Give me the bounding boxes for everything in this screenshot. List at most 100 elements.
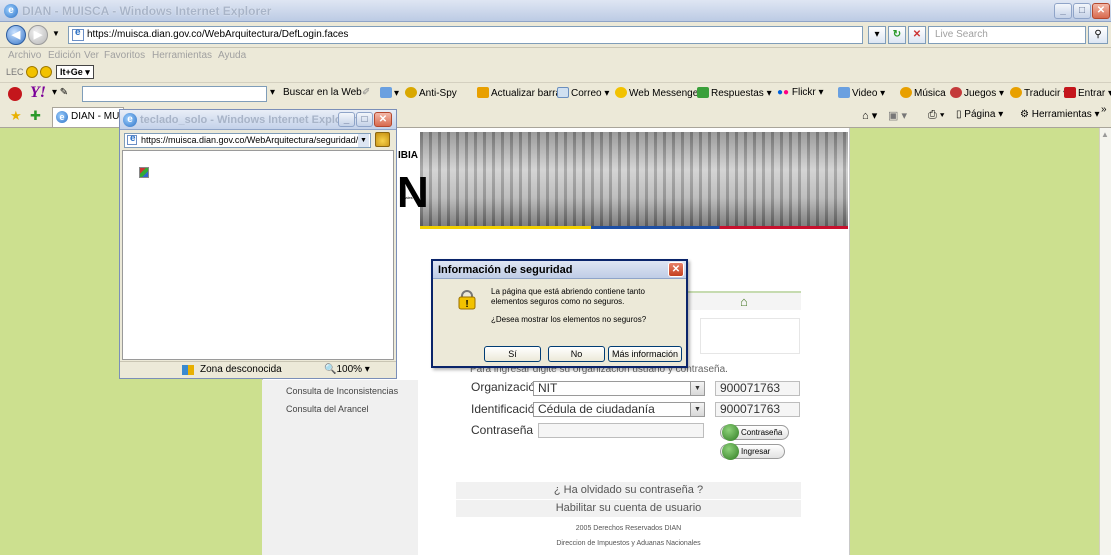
sign-in-button[interactable]: Entrar ▾ (1064, 87, 1111, 99)
popup-content (122, 150, 394, 360)
address-bar-row: ◀ ▶ ▼ https://muisca.dian.gov.co/WebArqu… (0, 22, 1111, 48)
search-dropdown-icon[interactable]: ▾ (270, 87, 275, 98)
highlight-pen-icon[interactable]: ✐ (362, 87, 370, 98)
menu-herramientas[interactable]: Herramientas (152, 50, 212, 61)
feeds-icon[interactable]: ▣ ▾ (888, 109, 907, 122)
mail-button[interactable]: Correo ▾ (557, 87, 609, 99)
lock-icon[interactable] (375, 132, 390, 147)
vertical-scrollbar[interactable]: ▲ (1099, 128, 1111, 555)
stop-icon[interactable]: ✕ (908, 26, 926, 44)
tab-dian[interactable]: e DIAN - MUIS (52, 107, 124, 127)
toolbar-orb-icon[interactable] (40, 66, 52, 78)
flickr-button[interactable]: ●● Flickr ▾ (777, 87, 824, 98)
footer-copyright: 2005 Derechos Reservados DIAN (575, 525, 682, 532)
live-search-input[interactable]: Live Search (928, 26, 1086, 44)
id-type-select[interactable]: Cédula de ciudadanía ▼ (533, 402, 705, 417)
yahoo-orb-icon[interactable] (8, 87, 22, 101)
yahoo-search-web-button[interactable]: Buscar en la Web (283, 87, 362, 98)
home-icon[interactable]: ⌂ ▾ (862, 109, 877, 122)
print-icon[interactable]: ⎙ ▾ (928, 109, 944, 122)
tab-ie-icon: e (56, 111, 68, 123)
update-toolbar-button[interactable]: Actualizar barra (477, 87, 561, 99)
window-title-bar: e DIAN - MUISCA - Windows Internet Explo… (0, 0, 1111, 22)
scroll-up-icon[interactable]: ▲ (1101, 130, 1109, 139)
nav-link-inconsistencias[interactable]: Consulta de Inconsistencias (286, 386, 398, 396)
chevron-down-icon[interactable]: ▼ (358, 134, 369, 147)
lec-toolbar: LEC It+Ge ▾ (0, 64, 1111, 81)
zoom-control[interactable]: 🔍100% ▾ (324, 364, 370, 375)
form-faded-box (700, 318, 800, 354)
toolbar-overflow-icon[interactable]: » (1101, 104, 1107, 115)
history-dropdown-icon[interactable]: ▼ (52, 29, 60, 38)
dialog-title-bar: Información de seguridad ✕ (433, 261, 686, 279)
forgot-password-link[interactable]: ¿ Ha olvidado su contraseña ? (456, 482, 801, 499)
id-label: Identificación (471, 402, 542, 416)
password-keyboard-button[interactable]: Contraseña (720, 424, 790, 441)
enable-account-link[interactable]: Habilitar su cuenta de usuario (456, 500, 801, 517)
menu-ver[interactable]: Ver (84, 50, 99, 61)
yahoo-menu-dropdown-icon[interactable]: ▾ ✎ (52, 87, 68, 98)
dian-logo-fragment: N (397, 168, 429, 217)
dialog-title: Información de seguridad (438, 264, 573, 276)
add-favorite-icon[interactable]: ✚ (30, 108, 41, 124)
favorites-star-icon[interactable]: ★ (10, 108, 22, 124)
broken-image-icon (139, 167, 149, 178)
games-button[interactable]: Juegos ▾ (950, 87, 1004, 99)
popup-address-field[interactable]: https://muisca.dian.gov.co/WebArquitectu… (124, 133, 371, 148)
popup-address-text: https://muisca.dian.gov.co/WebArquitectu… (141, 135, 366, 145)
security-zone-text: Zona desconocida (200, 364, 282, 375)
menu-edicion[interactable]: Edición (48, 50, 81, 61)
translate-button[interactable]: Traducir ▾ (1010, 87, 1068, 99)
toolbar-orb-icon[interactable] (26, 66, 38, 78)
footer-org: Direccion de Impuestos y Aduanas Naciona… (556, 540, 701, 547)
dialog-message-line2: elementos seguros como no seguros. (491, 297, 625, 306)
back-button[interactable]: ◀ (6, 25, 26, 45)
zone-icon (182, 365, 194, 375)
org-number-field[interactable]: 900071763 (715, 381, 800, 396)
menu-bar: Archivo Edición Ver Favoritos Herramient… (0, 49, 1111, 64)
address-dropdown-icon[interactable]: ▾ (868, 26, 886, 44)
forward-button[interactable]: ▶ (28, 25, 48, 45)
web-messenger-button[interactable]: Web Messenger (615, 87, 702, 99)
yahoo-logo[interactable]: Y! (30, 84, 46, 102)
search-icon[interactable]: ⚲ (1088, 26, 1108, 44)
org-select-value: NIT (538, 381, 558, 395)
popup-maximize-button[interactable]: □ (356, 112, 373, 127)
minimize-button[interactable]: _ (1054, 3, 1072, 19)
no-button[interactable]: No (548, 346, 605, 362)
ie-logo-icon: e (123, 113, 137, 127)
maximize-button[interactable]: □ (1073, 3, 1091, 19)
lec-dropdown[interactable]: It+Ge ▾ (56, 65, 94, 79)
popup-minimize-button[interactable]: _ (338, 112, 355, 127)
org-select[interactable]: NIT ▼ (533, 381, 705, 396)
logo-subtext: ionales (400, 195, 413, 200)
svg-text:!: ! (465, 299, 468, 310)
address-input[interactable]: https://muisca.dian.gov.co/WebArquitectu… (68, 26, 863, 44)
yes-button[interactable]: Sí (484, 346, 541, 362)
menu-archivo[interactable]: Archivo (8, 50, 41, 61)
video-button[interactable]: Video ▾ (838, 87, 885, 99)
yahoo-search-input[interactable] (82, 86, 267, 102)
refresh-icon[interactable]: ↻ (888, 26, 906, 44)
menu-ayuda[interactable]: Ayuda (218, 50, 246, 61)
toolbar-options-icon[interactable]: ▾ (380, 87, 399, 99)
menu-favoritos[interactable]: Favoritos (104, 50, 145, 61)
tab-label: DIAN - MUIS (71, 111, 124, 122)
dialog-close-button[interactable]: ✕ (668, 262, 684, 277)
banner-title-fragment: IBIA (398, 150, 418, 161)
music-button[interactable]: Música (900, 87, 946, 99)
chevron-down-icon: ▼ (690, 403, 704, 416)
page-menu-button[interactable]: ▯ Página ▾ (956, 109, 1003, 120)
answers-button[interactable]: Respuestas ▾ (697, 87, 772, 99)
home-icon[interactable]: ⌂ (740, 294, 748, 309)
close-button[interactable]: ✕ (1092, 3, 1110, 19)
anti-spy-button[interactable]: Anti-Spy (405, 87, 457, 99)
popup-title: teclado_solo - Windows Internet Explorer (140, 114, 357, 126)
login-button[interactable]: Ingresar (720, 443, 786, 460)
popup-close-button[interactable]: ✕ (374, 112, 392, 127)
more-info-button[interactable]: Más información (608, 346, 682, 362)
password-field[interactable] (538, 423, 704, 438)
id-number-field[interactable]: 900071763 (715, 402, 800, 417)
tools-menu-button[interactable]: ⚙ Herramientas ▾ (1020, 109, 1100, 120)
nav-link-arancel[interactable]: Consulta del Arancel (286, 404, 369, 414)
